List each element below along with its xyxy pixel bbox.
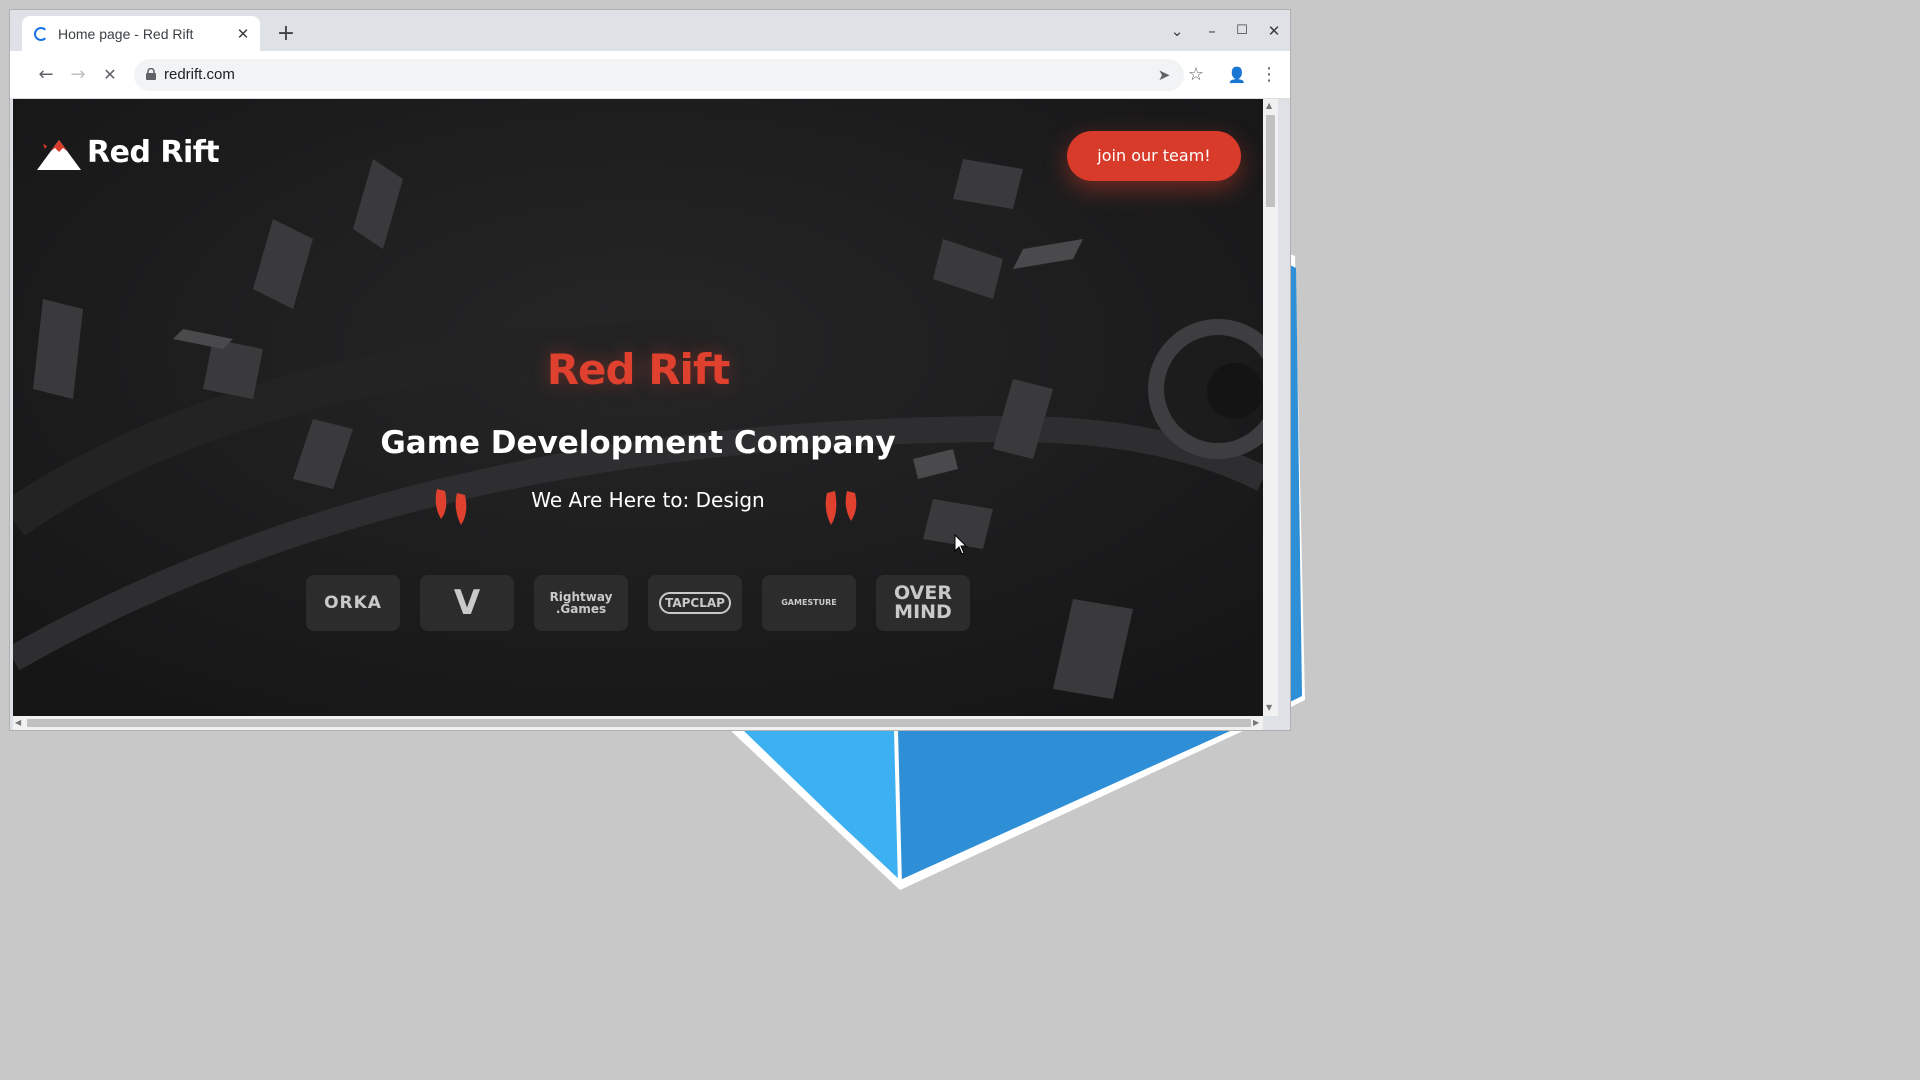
join-our-team-button[interactable]: join our team! (1067, 131, 1241, 181)
tab-title: Home page - Red Rift (58, 25, 194, 42)
partner-name: GAMESTURE (781, 598, 837, 607)
logo-text: Red Rift (87, 135, 220, 170)
send-icon[interactable]: ➤ (1150, 61, 1178, 89)
right-quote-icon (825, 491, 857, 525)
partner-name: TAPCLAP (659, 592, 731, 614)
window-close-icon[interactable]: ✕ (1261, 18, 1287, 44)
close-icon[interactable]: ✕ (234, 25, 252, 43)
mountain-logo-icon (37, 139, 81, 170)
star-icon[interactable]: ☆ (1182, 61, 1210, 89)
hero-title: Red Rift (546, 345, 731, 394)
chevron-down-icon[interactable]: ⌄ (1164, 18, 1190, 44)
partner-name: ORKA (324, 592, 382, 613)
partner-name: Rightway .Games (549, 590, 613, 616)
partner-logo-rightway-games[interactable]: Rightway .Games (534, 575, 628, 631)
mouse-pointer-icon (954, 534, 968, 555)
url-text[interactable]: redrift.com (164, 59, 235, 91)
partner-logos: ORKA V Rightway .Games TAPCLAP GAMESTURE… (306, 575, 970, 631)
scroll-left-icon[interactable]: ◀ (15, 718, 21, 727)
browser-toolbar: ← → ✕ redrift.com ➤ ☆ 👤 ⋮ (10, 51, 1290, 99)
scroll-up-icon[interactable]: ▲ (1266, 101, 1272, 110)
stop-icon[interactable]: ✕ (96, 61, 124, 89)
partner-logo-gamesture[interactable]: GAMESTURE (762, 575, 856, 631)
loading-spinner-icon (34, 26, 48, 41)
partner-name: V (453, 583, 481, 623)
kebab-menu-icon[interactable]: ⋮ (1255, 61, 1283, 89)
partner-logo-orka[interactable]: ORKA (306, 575, 400, 631)
arrow-right-icon[interactable]: → (64, 61, 92, 89)
maximize-icon[interactable]: ☐ (1229, 18, 1255, 44)
address-bar[interactable]: redrift.com (134, 59, 1184, 91)
hero-subtitle: Game Development Company (380, 425, 896, 461)
scroll-down-icon[interactable]: ▼ (1266, 703, 1272, 712)
arrow-left-icon[interactable]: ← (32, 61, 60, 89)
profile-icon[interactable]: 👤 (1223, 61, 1251, 89)
partner-name: OVER MIND (894, 582, 952, 623)
hero-tagline: We Are Here to: Design (531, 488, 765, 512)
horizontal-scroll-thumb[interactable] (27, 719, 1251, 727)
vertical-scroll-thumb[interactable] (1266, 115, 1275, 207)
tab-home-page[interactable]: Home page - Red Rift ✕ (22, 16, 260, 51)
tab-strip: Home page - Red Rift ✕ + ⌄ – ☐ ✕ (10, 10, 1290, 51)
lock-icon (146, 68, 156, 80)
browser-window: Home page - Red Rift ✕ + ⌄ – ☐ ✕ ← → ✕ r… (10, 10, 1290, 730)
site-logo[interactable]: Red Rift (37, 135, 220, 170)
horizontal-scrollbar[interactable]: ◀ ▶ (13, 716, 1263, 730)
partner-logo-overmind[interactable]: OVER MIND (876, 575, 970, 631)
minimize-icon[interactable]: – (1199, 18, 1225, 44)
partner-logo-v[interactable]: V (420, 575, 514, 631)
plus-icon[interactable]: + (272, 20, 300, 48)
partner-logo-tapclap[interactable]: TAPCLAP (648, 575, 742, 631)
page-viewport: Red Rift join our team! Red Rift Game De… (13, 99, 1263, 716)
vertical-scrollbar[interactable]: ▲ ▼ (1263, 99, 1278, 716)
scroll-right-icon[interactable]: ▶ (1253, 718, 1259, 727)
